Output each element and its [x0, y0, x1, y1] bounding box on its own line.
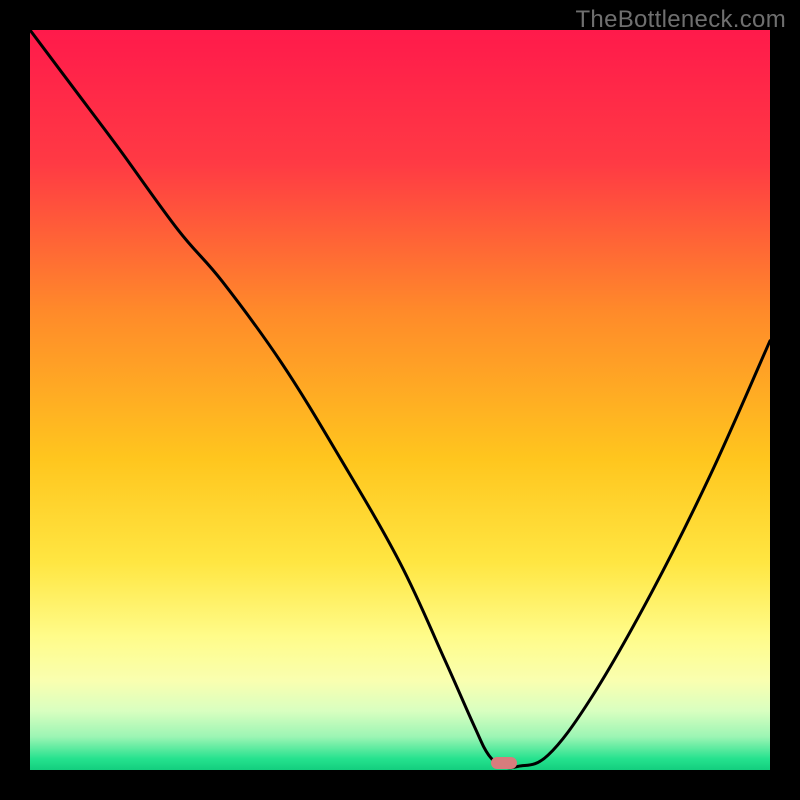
- bottleneck-curve: [30, 30, 770, 768]
- curve-layer: [30, 30, 770, 770]
- plot-area: [30, 30, 770, 770]
- optimal-point-marker: [491, 757, 517, 769]
- chart-frame: TheBottleneck.com: [0, 0, 800, 800]
- watermark-text: TheBottleneck.com: [575, 6, 786, 34]
